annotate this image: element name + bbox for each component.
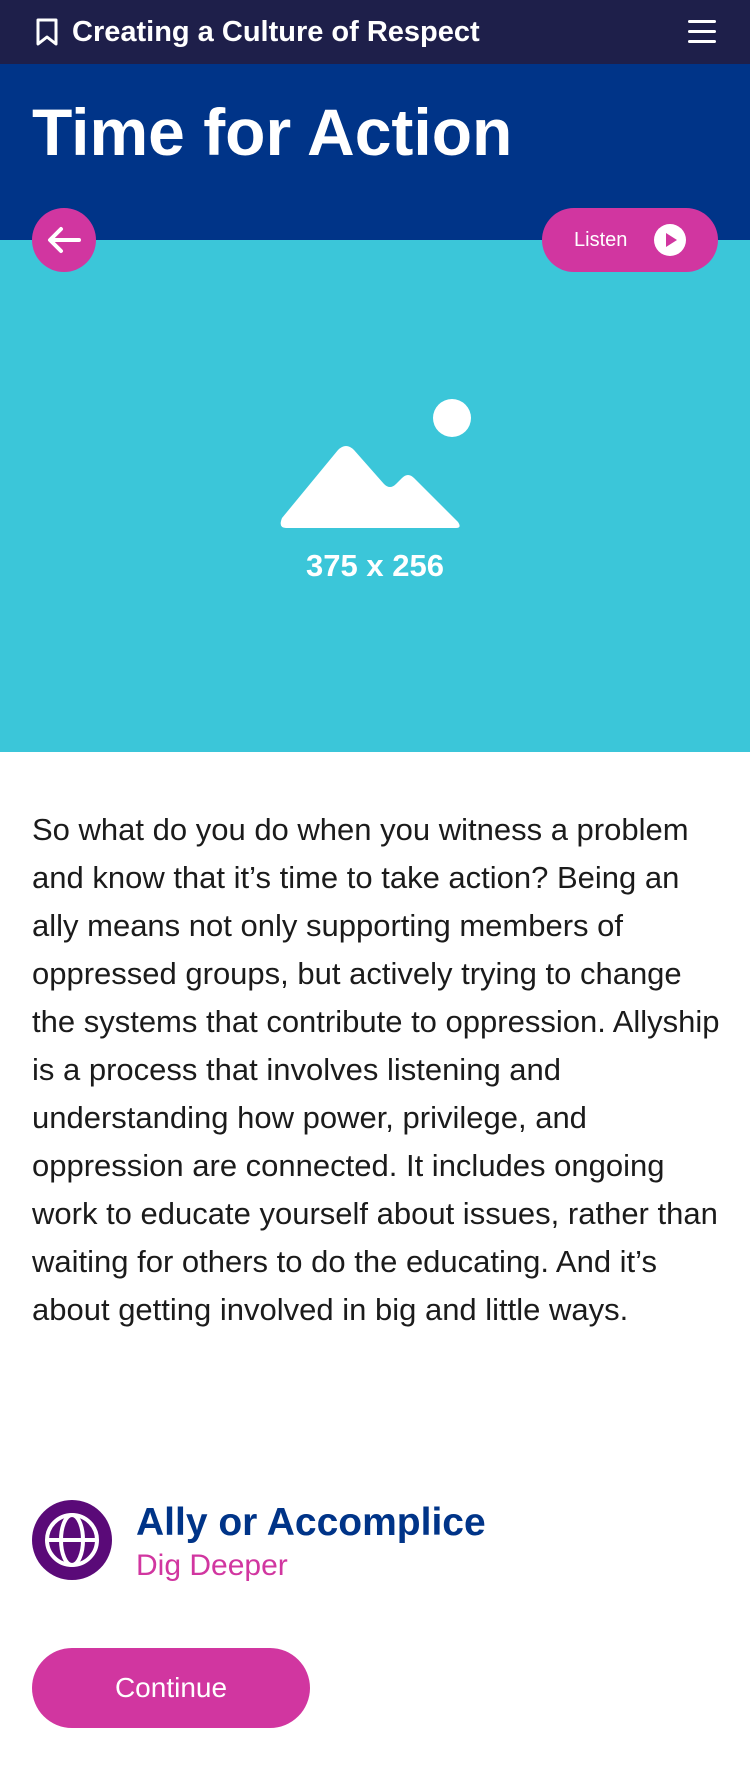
play-icon bbox=[654, 224, 686, 256]
back-button[interactable] bbox=[32, 208, 96, 272]
resource-title[interactable]: Ally or Accomplice bbox=[136, 1500, 486, 1546]
body-paragraph: So what do you do when you witness a pro… bbox=[32, 812, 720, 1327]
globe-icon bbox=[32, 1500, 112, 1580]
listen-label: Listen bbox=[574, 229, 628, 251]
top-bar: Creating a Culture of Respect bbox=[0, 0, 750, 64]
resource-link[interactable]: Ally or Accomplice Dig Deeper bbox=[32, 1500, 722, 1584]
resource-subtitle: Dig Deeper bbox=[136, 1549, 288, 1582]
placeholder-size-label: 375 x 256 bbox=[306, 548, 444, 583]
hamburger-menu-icon[interactable] bbox=[686, 16, 718, 48]
hero-image-placeholder: 375 x 256 bbox=[0, 240, 750, 752]
course-title: Creating a Culture of Respect bbox=[72, 16, 480, 48]
arrow-left-icon bbox=[48, 227, 81, 253]
image-placeholder-icon bbox=[280, 399, 471, 528]
page-title: Time for Action bbox=[32, 95, 513, 169]
continue-button[interactable]: Continue bbox=[32, 1648, 310, 1728]
listen-button[interactable]: Listen bbox=[542, 208, 718, 272]
bookmark-icon[interactable] bbox=[34, 17, 60, 47]
